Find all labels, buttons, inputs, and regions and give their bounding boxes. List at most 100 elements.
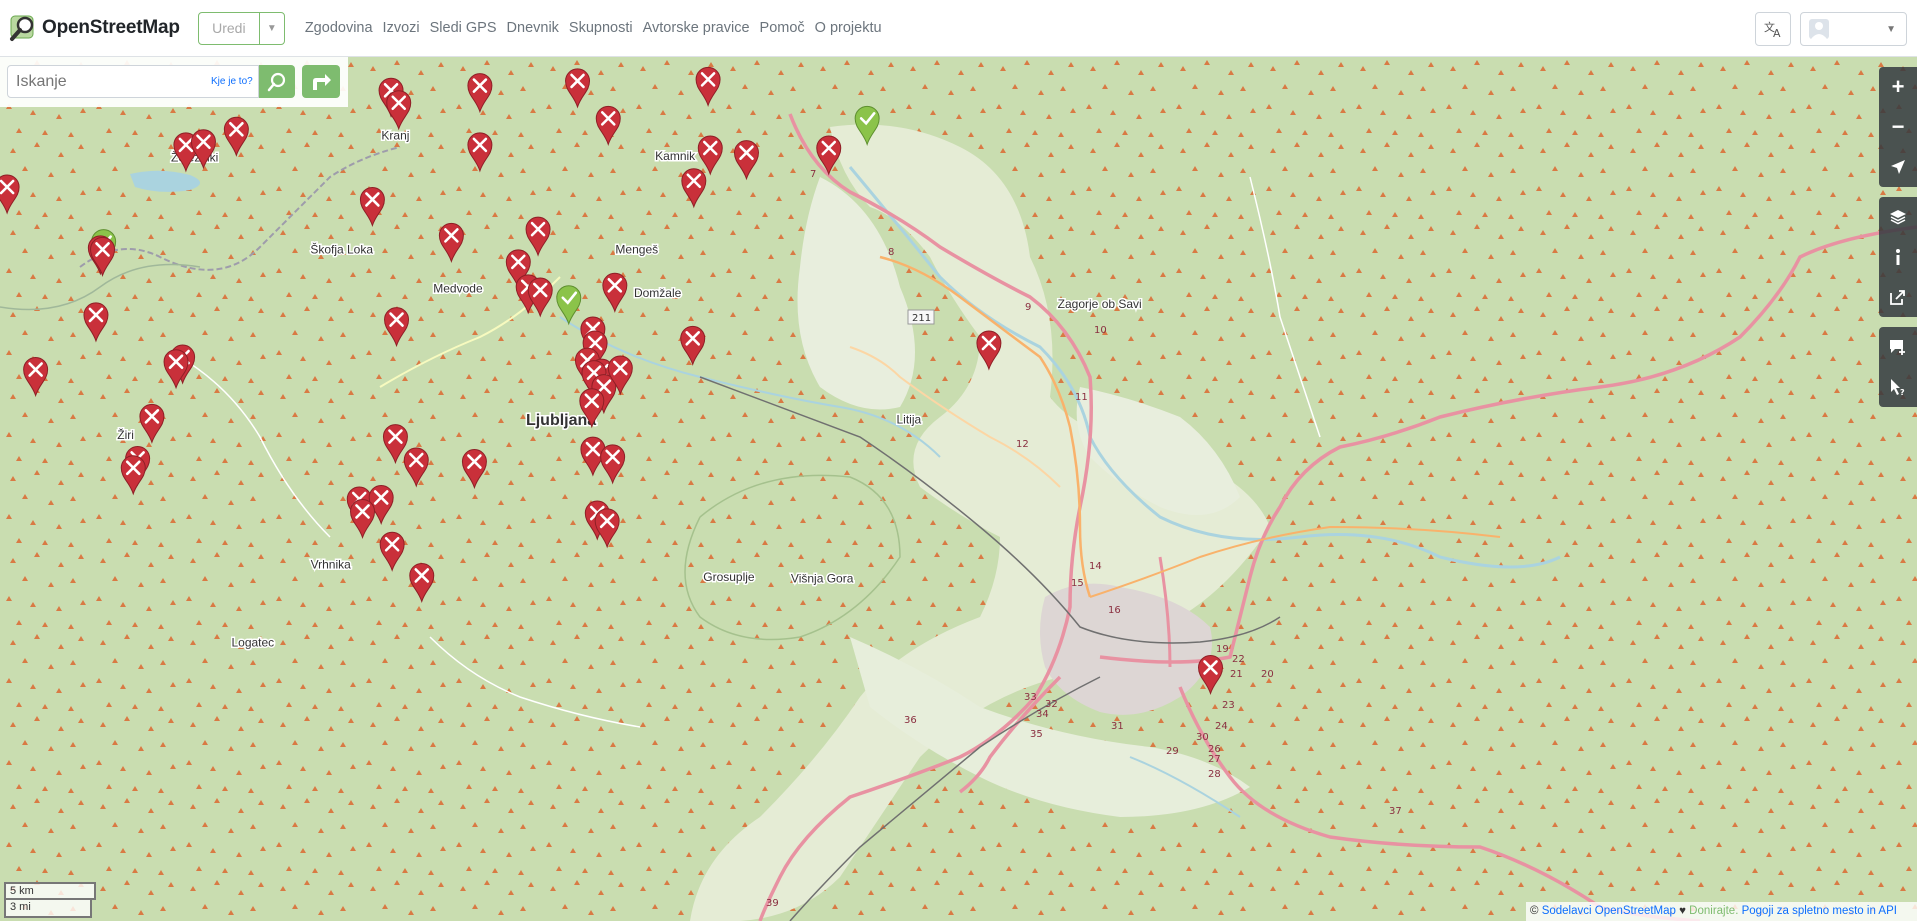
nav-communities[interactable]: Skupnosti — [569, 20, 633, 36]
language-button[interactable]: 文 A — [1755, 12, 1791, 46]
road-ref-text: 24 — [1215, 721, 1228, 732]
road-ref-label: 37 — [1389, 806, 1402, 817]
map-key-button[interactable] — [1879, 237, 1917, 277]
road-ref-label: 20 — [1261, 669, 1274, 680]
nav-diary[interactable]: Dnevnik — [507, 20, 559, 36]
road-ref-label: 211 — [907, 309, 935, 325]
place-label: Grosuplje — [703, 570, 755, 584]
place-label: Zagorje ob Savi — [1058, 297, 1142, 311]
add-note-button[interactable] — [1879, 327, 1917, 367]
road-ref-label: 27 — [1208, 754, 1221, 765]
map-canvas[interactable]: Kranj Železniki Škofja Loka Medvode Mengeš Do… — [0, 57, 1917, 921]
user-menu-button[interactable]: ▼ — [1800, 12, 1907, 46]
search-panel: Kje je to? — [0, 57, 348, 107]
avatar-icon — [1809, 19, 1829, 39]
road-ref-text: 19 — [1216, 644, 1229, 655]
road-ref-label: 12 — [1016, 439, 1029, 450]
road-ref-label: 30 — [1196, 732, 1209, 743]
road-ref-text: 23 — [1222, 700, 1235, 711]
locate-button[interactable] — [1879, 147, 1917, 187]
svg-text:?: ? — [1900, 388, 1905, 396]
road-ref-label: 7 — [810, 169, 816, 180]
place-label: Žiri — [117, 427, 134, 442]
road-ref-text: 29 — [1166, 746, 1179, 757]
scale-mi: 3 mi — [4, 900, 92, 918]
scale-bar: 5 km 3 mi — [4, 882, 96, 918]
zoom-controls: + − — [1879, 67, 1917, 187]
donate-link[interactable]: Donirajte. — [1689, 905, 1738, 917]
nav-about[interactable]: O projektu — [815, 20, 882, 36]
copyright-symbol: © — [1530, 905, 1539, 917]
header: OpenStreetMap Uredi ▼ Zgodovina Izvozi S… — [0, 0, 1917, 57]
layers-button[interactable] — [1879, 197, 1917, 237]
road-ref-label: 24 — [1215, 721, 1228, 732]
road-ref-label: 16 — [1108, 605, 1121, 616]
road-ref-text: 30 — [1196, 732, 1209, 743]
road-ref-text: 16 — [1108, 605, 1121, 616]
road-ref-label: 22 — [1232, 654, 1245, 665]
road-ref-label: 39 — [766, 898, 779, 909]
road-ref-text: 12 — [1016, 439, 1029, 450]
place-label: Škofja Loka — [310, 242, 373, 257]
road-ref-label: 11 — [1075, 392, 1088, 403]
zoom-in-button[interactable]: + — [1879, 67, 1917, 107]
road-ref-text: 211 — [912, 313, 931, 324]
road-ref-label: 29 — [1166, 746, 1179, 757]
scale-km: 5 km — [4, 882, 96, 900]
road-ref-text: 27 — [1208, 754, 1221, 765]
nav-copyright[interactable]: Avtorske pravice — [643, 20, 750, 36]
place-label: Domžale — [634, 286, 682, 300]
road-ref-label: 34 — [1036, 709, 1049, 720]
edit-button[interactable]: Uredi — [199, 12, 260, 44]
road-ref-text: 20 — [1261, 669, 1274, 680]
nav-gps-traces[interactable]: Sledi GPS — [430, 20, 497, 36]
road-ref-label: 28 — [1208, 769, 1221, 780]
road-ref-text: 35 — [1030, 729, 1043, 740]
where-is-this-link[interactable]: Kje je to? — [211, 76, 253, 87]
svg-text:A: A — [1773, 27, 1781, 38]
nav-history[interactable]: Zgodovina — [305, 20, 373, 36]
brand-link[interactable]: OpenStreetMap — [8, 13, 180, 43]
share-button[interactable] — [1879, 277, 1917, 317]
road-ref-text: 21 — [1230, 669, 1243, 680]
directions-button[interactable] — [302, 65, 340, 98]
road-ref-text: 22 — [1232, 654, 1245, 665]
info-icon — [1896, 249, 1900, 265]
brand-name: OpenStreetMap — [42, 17, 180, 38]
place-label: Logatec — [231, 636, 274, 650]
road-ref-text: 28 — [1208, 769, 1221, 780]
road-ref-label: 36 — [904, 715, 917, 726]
road-ref-text: 14 — [1089, 561, 1102, 572]
nav-export[interactable]: Izvozi — [383, 20, 420, 36]
road-ref-text: 31 — [1111, 721, 1124, 732]
query-features-button[interactable]: ? — [1879, 367, 1917, 407]
note-tools: ? — [1879, 327, 1917, 407]
attribution: © Sodelavci OpenStreetMap ♥ Donirajte. P… — [1526, 902, 1917, 921]
edit-button-group: Uredi ▼ — [197, 11, 285, 45]
contributors-link[interactable]: Sodelavci OpenStreetMap — [1542, 905, 1676, 917]
road-ref-label: 31 — [1111, 721, 1124, 732]
road-ref-label: 8 — [888, 247, 894, 258]
map-tools — [1879, 197, 1917, 317]
road-ref-label: 9 — [1025, 302, 1031, 313]
layers-icon — [1890, 210, 1906, 225]
road-ref-text: 33 — [1024, 692, 1037, 703]
edit-dropdown-toggle[interactable]: ▼ — [260, 13, 284, 44]
chevron-down-icon: ▼ — [1886, 23, 1896, 35]
location-arrow-icon — [1891, 160, 1905, 174]
road-ref-text: 39 — [766, 898, 779, 909]
road-ref-text: 15 — [1071, 578, 1084, 589]
query-cursor-icon: ? — [1891, 379, 1905, 396]
terms-link[interactable]: Pogoji za spletno mesto in API — [1742, 905, 1897, 917]
road-ref-text: 36 — [904, 715, 917, 726]
road-ref-text: 9 — [1025, 302, 1031, 313]
road-ref-text: 37 — [1389, 806, 1402, 817]
directions-icon — [313, 73, 331, 90]
heart-icon: ♥ — [1679, 905, 1686, 917]
nav-help[interactable]: Pomoč — [760, 20, 805, 36]
main-nav: Zgodovina Izvozi Sledi GPS Dnevnik Skupn… — [305, 20, 892, 36]
search-button[interactable] — [259, 65, 295, 98]
zoom-out-button[interactable]: − — [1879, 107, 1917, 147]
search-icon — [267, 72, 286, 91]
chevron-down-icon: ▼ — [266, 22, 277, 34]
